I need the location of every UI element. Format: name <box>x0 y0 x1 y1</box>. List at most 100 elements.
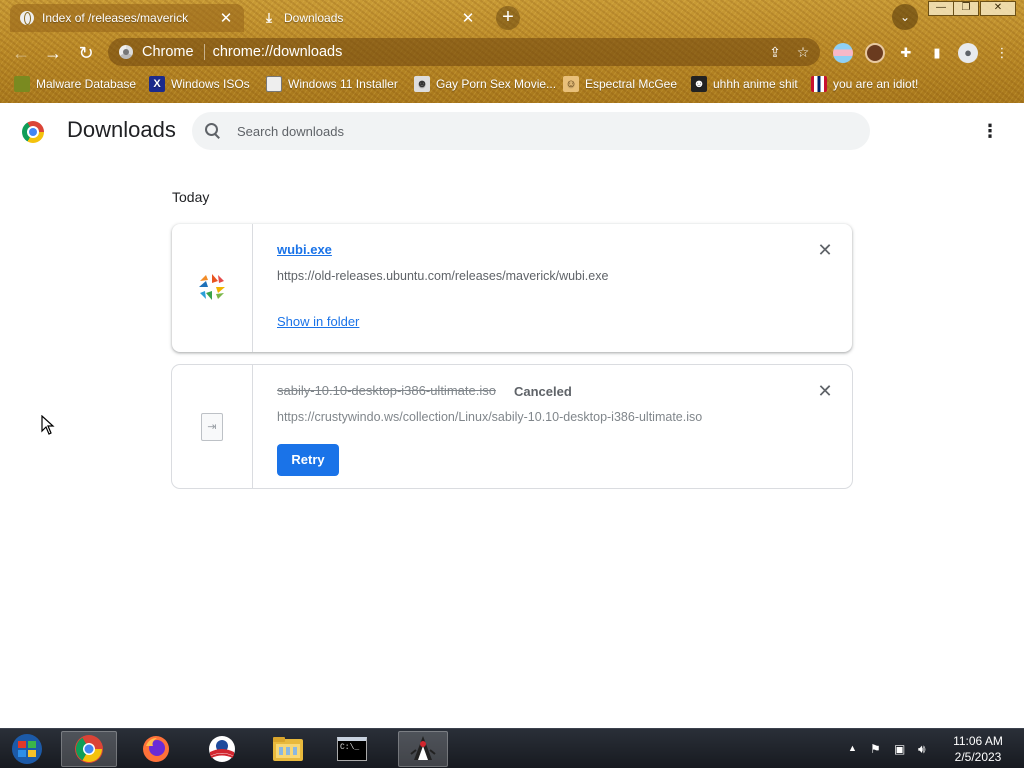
extension-flag-icon[interactable] <box>833 43 853 63</box>
clock-time: 11:06 AM <box>953 734 1003 748</box>
bookmark-label: you are an idiot! <box>833 77 919 91</box>
forward-icon[interactable]: → <box>40 40 66 66</box>
flag-icon <box>811 76 827 92</box>
toolbar: ← → ↻ Chrome chrome://downloads ⇪ ☆ ✚ ▮ … <box>0 34 1024 70</box>
obama-logo-icon <box>209 736 235 762</box>
chrome-site-icon <box>119 45 133 59</box>
file-icon-column: ⇥ <box>172 365 253 488</box>
show-in-folder-link[interactable]: Show in folder <box>277 314 359 329</box>
tab-index-releases[interactable]: Index of /releases/maverick ✕ <box>10 4 244 32</box>
remove-download-icon[interactable]: ✕ <box>815 381 835 401</box>
download-icon: ⤓ <box>266 10 272 25</box>
restore-button[interactable]: ❐ <box>953 1 979 16</box>
retry-button[interactable]: Retry <box>277 444 339 476</box>
url-text[interactable]: chrome://downloads <box>213 44 764 60</box>
download-item-wubi: wubi.exe https://old-releases.ubuntu.com… <box>172 224 852 352</box>
x-logo-icon: X <box>149 76 165 92</box>
bookmark-espectral-mcgee[interactable]: ☺ Espectral McGee <box>563 75 677 93</box>
tab-downloads[interactable]: ⤓ Downloads ✕ <box>252 4 486 32</box>
download-filename: sabily-10.10-desktop-i386-ultimate.iso <box>277 383 496 398</box>
bookmark-label: Gay Porn Sex Movie... <box>436 77 557 91</box>
start-button[interactable] <box>4 731 50 767</box>
bookmark-windows-11-installer[interactable]: Windows 11 Installer <box>266 75 398 93</box>
network-icon[interactable]: ▣ <box>894 742 905 756</box>
search-icon <box>205 123 221 139</box>
downloads-page: Downloads ⋮ Today wubi.exe https://old-r… <box>0 103 1024 728</box>
generic-file-icon: ⇥ <box>201 413 223 441</box>
java-duke-icon <box>410 736 436 760</box>
clock-date: 2/5/2023 <box>954 750 1002 764</box>
tab-search-icon[interactable]: ⌄ <box>892 4 918 30</box>
extensions-puzzle-icon[interactable]: ✚ <box>896 43 916 63</box>
page-header: Downloads ⋮ <box>0 103 1024 159</box>
bookmark-site-4[interactable]: ☻ Gay Porn Sex Movie... <box>414 75 556 93</box>
site-label: Chrome <box>142 44 194 60</box>
character-icon: ☺ <box>563 76 579 92</box>
download-item-sabily: ⇥ sabily-10.10-desktop-i386-ultimate.iso… <box>172 365 852 488</box>
taskbar-chrome[interactable] <box>61 731 117 767</box>
bookmark-windows-isos[interactable]: X Windows ISOs <box>149 75 250 93</box>
remove-download-icon[interactable]: ✕ <box>815 240 835 260</box>
share-icon[interactable]: ⇪ <box>764 44 786 61</box>
bookmark-label: Windows 11 Installer <box>288 77 398 91</box>
search-input[interactable] <box>237 123 837 139</box>
address-bar[interactable]: Chrome chrome://downloads ⇪ ☆ <box>108 38 820 66</box>
new-tab-button[interactable]: + <box>496 6 520 30</box>
ubuntu-logo-icon <box>199 274 225 300</box>
bookmark-malware-database[interactable]: Malware Database <box>14 75 136 93</box>
bookmark-label: Espectral McGee <box>585 77 678 91</box>
taskbar-file-explorer[interactable] <box>262 731 314 767</box>
firefox-icon <box>143 736 169 762</box>
bookmark-you-are-an-idiot[interactable]: you are an idiot! <box>811 75 918 93</box>
browser-chrome: Index of /releases/maverick ✕ ⤓ Download… <box>0 0 1024 103</box>
tab-strip: Index of /releases/maverick ✕ ⤓ Download… <box>0 0 1024 34</box>
leaf-icon <box>14 76 30 92</box>
action-center-flag-icon[interactable]: ⚑ <box>870 742 881 756</box>
anime-icon: ☻ <box>691 76 707 92</box>
profile-icon[interactable]: ● <box>958 43 978 63</box>
taskbar-java[interactable] <box>398 731 448 767</box>
taskbar-obama[interactable] <box>196 731 248 767</box>
download-filename-link[interactable]: wubi.exe <box>277 242 332 257</box>
tab-title: Index of /releases/maverick <box>42 11 189 25</box>
side-panel-icon[interactable]: ▮ <box>927 43 947 63</box>
close-window-button[interactable]: ✕ <box>980 1 1016 16</box>
cmd-icon: C:\_ <box>337 737 367 761</box>
back-icon[interactable]: ← <box>8 40 34 66</box>
omnibox-separator <box>203 44 205 60</box>
download-source-url[interactable]: https://old-releases.ubuntu.com/releases… <box>277 269 608 283</box>
volume-icon[interactable]: 🔊︎ <box>918 742 926 757</box>
tab-title: Downloads <box>284 11 344 25</box>
page-title: Downloads <box>67 117 176 142</box>
image-icon <box>266 76 282 92</box>
bookmark-label: Windows ISOs <box>171 77 250 91</box>
start-orb-icon <box>12 734 42 764</box>
extension-avatar-icon[interactable] <box>865 43 885 63</box>
bookmark-star-icon[interactable]: ☆ <box>792 44 814 61</box>
reload-icon[interactable]: ↻ <box>73 40 99 66</box>
search-box[interactable] <box>192 112 870 150</box>
tray-expand-icon[interactable]: ▲ <box>848 743 857 753</box>
bookmark-anime[interactable]: ☻ uhhh anime shit <box>691 75 798 93</box>
bookmark-label: Malware Database <box>36 77 137 91</box>
more-actions-icon[interactable]: ⋮ <box>980 121 1000 141</box>
system-clock[interactable]: 11:06 AM 2/5/2023 <box>940 733 1016 765</box>
tab-close-icon[interactable]: ✕ <box>460 9 476 27</box>
taskbar-cmd[interactable]: C:\_ <box>330 731 374 767</box>
tab-close-icon[interactable]: ✕ <box>218 9 234 27</box>
mascot-icon: ☻ <box>414 76 430 92</box>
taskbar: C:\_ ▲ ⚑ ▣ 🔊︎ 11:06 AM 2/5/2023 <box>0 728 1024 768</box>
minimize-button[interactable]: — <box>928 1 954 16</box>
file-icon-column <box>172 224 253 352</box>
globe-icon <box>20 11 34 25</box>
bookmark-label: uhhh anime shit <box>713 77 798 91</box>
taskbar-firefox[interactable] <box>130 731 182 767</box>
mouse-cursor-icon <box>41 415 55 435</box>
chrome-icon <box>75 735 103 763</box>
download-status: Canceled <box>514 384 572 399</box>
menu-kebab-icon[interactable]: ⋮ <box>992 43 1012 63</box>
download-source-url[interactable]: https://crustywindo.ws/collection/Linux/… <box>277 410 702 424</box>
date-section-label: Today <box>172 189 210 205</box>
chrome-logo-icon <box>22 121 44 143</box>
folder-icon <box>273 737 303 761</box>
